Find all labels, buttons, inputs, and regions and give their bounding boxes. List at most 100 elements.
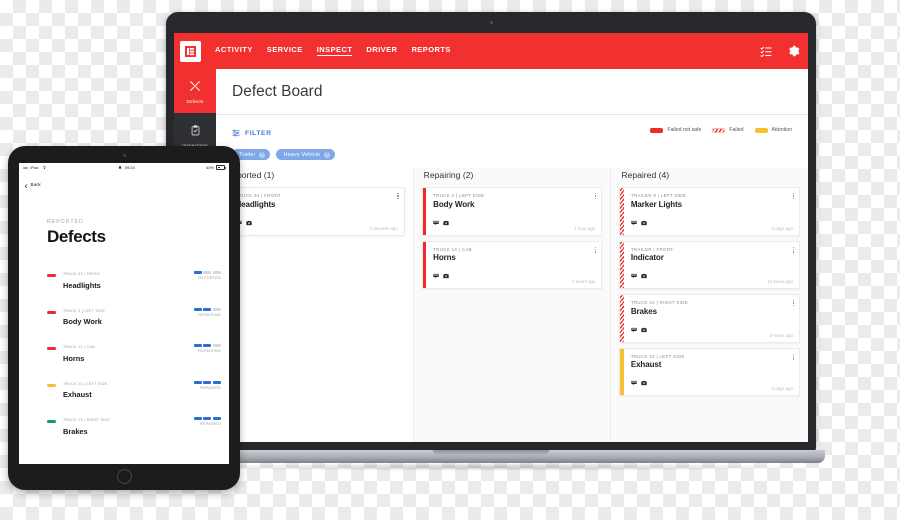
defect-time: 2 days ago xyxy=(771,386,794,391)
camera-icon[interactable] xyxy=(443,213,449,231)
progress-segments xyxy=(193,417,221,421)
card-icons xyxy=(433,266,449,284)
filter-chip-heavy-vehicle[interactable]: Heavy Vehicle × xyxy=(276,149,336,160)
clipboard-check-icon xyxy=(190,123,201,141)
camera-icon[interactable] xyxy=(641,213,647,231)
card-menu-icon[interactable] xyxy=(792,353,795,360)
back-button[interactable]: Back xyxy=(19,172,229,193)
camera-icon[interactable] xyxy=(641,320,647,338)
defect-card[interactable]: TRUCK 24 | LEFT SIDE Exhaust 2 days ago xyxy=(619,347,801,396)
logo-icon[interactable] xyxy=(180,40,201,62)
card-icons xyxy=(433,213,449,231)
defect-state: REPORTED xyxy=(198,276,221,281)
tablet-camera-icon xyxy=(122,154,126,157)
card-menu-icon[interactable] xyxy=(595,193,597,200)
defect-card[interactable]: TRUCK 2 | LEFT SIDE Body Work 1 hour ago xyxy=(421,187,603,236)
app-content: Defect Board FILTER Trailer × Heavy Vehi… xyxy=(216,69,808,442)
nav-item-reports[interactable]: REPORTS xyxy=(411,46,450,57)
carrier-label: iPad xyxy=(30,165,39,170)
laptop-device: ACTIVITY SERVICE INSPECT DRIVER REPORTS xyxy=(157,12,834,471)
defect-state: REPAIRED xyxy=(200,422,221,427)
card-menu-icon[interactable] xyxy=(792,300,795,307)
defect-time: 2 days ago xyxy=(771,225,794,231)
checklist-icon[interactable] xyxy=(760,45,772,57)
board-column-reported: Reported (1) TRUCK 54 | FRONT Headlights xyxy=(216,168,413,442)
defect-state: REPAIRING xyxy=(198,349,221,354)
comment-icon[interactable] xyxy=(631,213,637,231)
severity-dot xyxy=(47,347,56,351)
comment-icon[interactable] xyxy=(433,266,439,284)
camera-icon[interactable] xyxy=(641,373,647,391)
defect-card-body: TRAILER | FRONT Indicator 12 hours ago xyxy=(624,242,799,289)
list-item[interactable]: TRUCK 54 | FRONT Headlights REPORTED xyxy=(47,262,221,290)
defect-card-footer: 12 hours ago xyxy=(631,266,793,284)
battery-label: 40% xyxy=(205,165,214,170)
list-item-info: TRUCK 24 | LEFT SIDE Exhaust xyxy=(63,372,194,400)
defect-card-footer: 3 hours ago xyxy=(433,266,595,284)
defect-time: 2 minutes ago xyxy=(370,225,398,231)
defect-title: Headlights xyxy=(63,280,101,290)
defect-vehicle: TRUCK 12 | CAB xyxy=(63,345,95,349)
legend-swatch-attention xyxy=(754,127,768,133)
defect-title: Body Work xyxy=(433,199,475,209)
comment-icon[interactable] xyxy=(631,373,637,391)
list-item[interactable]: TRUCK 19 | RIGHT SIDE Brakes REPAIRED xyxy=(47,408,221,436)
defect-title: Horns xyxy=(433,253,456,262)
tablet-status-bar: ••••• iPad 09:24 40% xyxy=(19,163,229,172)
camera-icon[interactable] xyxy=(245,213,252,231)
comment-icon[interactable] xyxy=(433,213,439,231)
nav-item-service[interactable]: SERVICE xyxy=(267,46,303,57)
tablet-home-button[interactable] xyxy=(116,469,132,484)
defect-card[interactable]: TRUCK 54 | FRONT Headlights 2 minutes ag… xyxy=(224,187,405,236)
close-icon[interactable]: × xyxy=(324,151,331,158)
progress-indicator: REPAIRED xyxy=(193,380,221,390)
defect-title: Body Work xyxy=(63,317,102,326)
defect-card[interactable]: TRAILER | FRONT Indicator 12 hours ago xyxy=(619,240,801,289)
laptop-screen: ACTIVITY SERVICE INSPECT DRIVER REPORTS xyxy=(174,33,808,442)
tablet-device: ••••• iPad 09:24 40% Back REPORTED Defec… xyxy=(8,146,240,490)
nav-item-driver[interactable]: DRIVER xyxy=(366,46,397,57)
tools-icon xyxy=(189,79,201,97)
severity-dot xyxy=(47,420,56,424)
card-icons xyxy=(631,266,647,284)
defect-card-footer: 2 minutes ago xyxy=(235,213,398,231)
comment-icon[interactable] xyxy=(631,266,637,284)
defect-vehicle: TRUCK 2 | LEFT SIDE xyxy=(433,193,485,198)
defect-vehicle: TRUCK 24 | LEFT SIDE xyxy=(63,381,108,386)
defect-card[interactable]: TRUCK 12 | CAB Horns 3 hours ago xyxy=(421,240,603,289)
list-item[interactable]: TRUCK 24 | LEFT SIDE Exhaust REPAIRED xyxy=(47,372,221,400)
severity-dot xyxy=(47,310,56,314)
defect-state: REPAIRED xyxy=(200,385,221,390)
list-item[interactable]: TRUCK 12 | CAB Horns REPAIRING xyxy=(47,335,221,363)
card-menu-icon[interactable] xyxy=(595,246,597,253)
defect-card[interactable]: TRUCK 19 | RIGHT SIDE Brakes 3 hours ago xyxy=(619,294,801,343)
card-menu-icon[interactable] xyxy=(792,193,795,200)
sidebar-item-defects[interactable]: Defects xyxy=(174,69,216,113)
filter-chip-label: Heavy Vehicle xyxy=(283,151,321,158)
camera-icon[interactable] xyxy=(443,266,449,284)
card-menu-icon[interactable] xyxy=(792,246,795,253)
tablet-header: REPORTED Defects xyxy=(19,193,229,247)
close-icon[interactable]: × xyxy=(259,151,266,158)
defect-title: Horns xyxy=(63,353,85,363)
defect-board: Reported (1) TRUCK 54 | FRONT Headlights xyxy=(216,160,808,442)
card-menu-icon[interactable] xyxy=(397,193,399,200)
defect-card[interactable]: TRAILER 9 | LEFT SIDE Marker Lights 2 da… xyxy=(619,187,801,236)
nav-item-inspect[interactable]: INSPECT xyxy=(316,46,353,57)
defect-title: Exhaust xyxy=(630,360,662,369)
legend-swatch-failed xyxy=(712,127,726,133)
board-column-repairing: Repairing (2) TRUCK 2 | LEFT SIDE Body W… xyxy=(412,168,611,442)
defect-vehicle: TRUCK 54 | FRONT xyxy=(235,193,282,198)
list-item-info: TRUCK 2 | LEFT SIDE Body Work xyxy=(63,299,194,327)
gear-icon[interactable] xyxy=(788,45,800,57)
camera-icon[interactable] xyxy=(641,266,647,284)
screenshot-stage: ACTIVITY SERVICE INSPECT DRIVER REPORTS xyxy=(0,0,900,520)
comment-icon[interactable] xyxy=(631,320,637,338)
progress-segments xyxy=(193,344,221,348)
nav-item-activity[interactable]: ACTIVITY xyxy=(215,46,253,57)
list-item[interactable]: TRUCK 2 | LEFT SIDE Body Work REPAIRING xyxy=(47,299,221,327)
tablet-eyebrow: REPORTED xyxy=(47,219,84,225)
defect-vehicle: TRUCK 2 | LEFT SIDE xyxy=(63,308,106,313)
chevron-left-icon xyxy=(24,175,29,193)
page-header: Defect Board xyxy=(216,69,808,115)
